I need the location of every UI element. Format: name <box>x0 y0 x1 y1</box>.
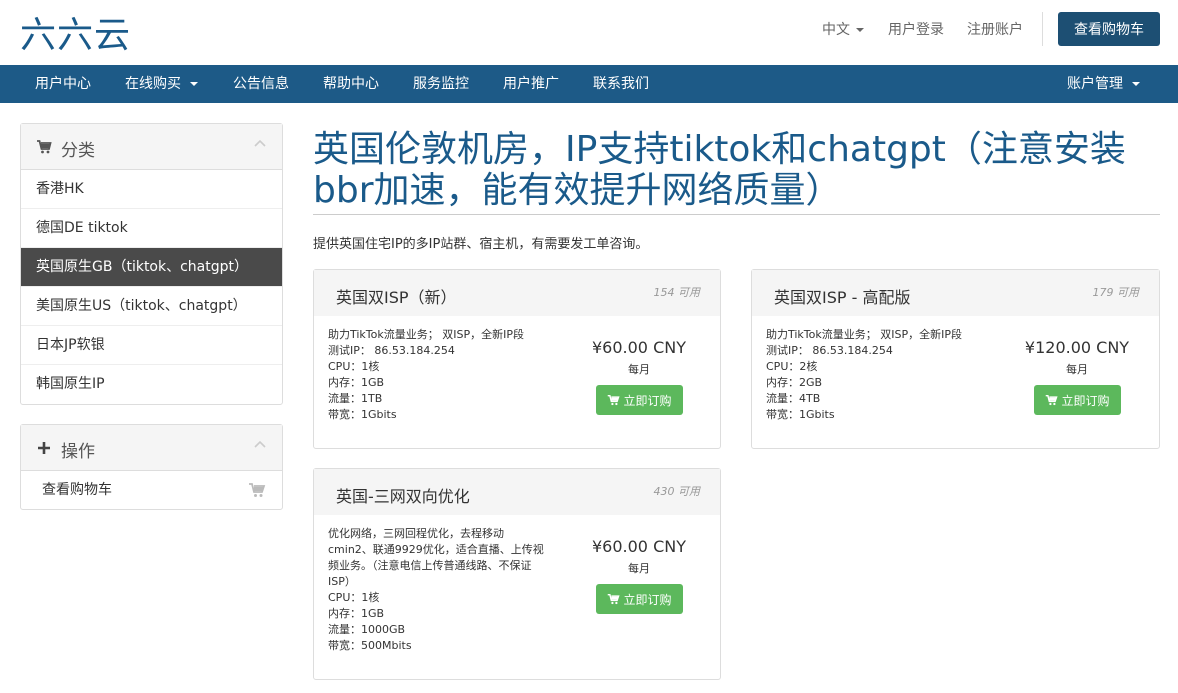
view-cart-action-label: 查看购物车 <box>42 482 112 498</box>
product-header: 英国双ISP - 高配版 179 可用 <box>752 270 1159 316</box>
site-header: 六六云 中文 用户登录 注册账户 查看购物车 <box>0 0 1178 65</box>
category-de[interactable]: 德国DE tiktok <box>21 209 282 248</box>
nav-account-label: 账户管理 <box>1067 76 1123 92</box>
order-now-label: 立即订购 <box>623 592 672 607</box>
product-availability: 430 可用 <box>653 485 701 498</box>
desc-line: 带宽：500Mbits <box>328 639 412 652</box>
language-label: 中文 <box>822 22 850 38</box>
shopping-cart-icon <box>1046 394 1059 406</box>
desc-line: 流量：4TB <box>766 392 821 405</box>
product-price: ¥60.00 CNY <box>592 537 686 556</box>
desc-line: 内存：2GB <box>766 376 823 389</box>
product-price: ¥120.00 CNY <box>1024 338 1130 357</box>
nav-announcements[interactable]: 公告信息 <box>233 65 289 103</box>
nav-service-monitor[interactable]: 服务监控 <box>413 65 469 103</box>
site-logo[interactable]: 六六云 <box>20 6 131 58</box>
desc-line: 流量：1TB <box>328 392 383 405</box>
desc-line: ISP） <box>328 575 356 588</box>
desc-line: CPU：1核 <box>328 591 380 604</box>
view-cart-button[interactable]: 查看购物车 <box>1058 12 1160 46</box>
chevron-up-icon[interactable] <box>254 439 266 451</box>
desc-line: 带宽：1Gbits <box>328 408 397 421</box>
billing-cycle: 每月 <box>1066 363 1088 376</box>
desc-line: 带宽：1Gbits <box>766 408 835 421</box>
product-header: 英国-三网双向优化 430 可用 <box>314 469 720 515</box>
category-jp[interactable]: 日本JP软银 <box>21 326 282 365</box>
product-name: 英国双ISP - 高配版 <box>774 288 911 307</box>
desc-line: 内存：1GB <box>328 376 385 389</box>
order-now-label: 立即订购 <box>1061 393 1110 408</box>
product-name: 英国-三网双向优化 <box>336 487 470 506</box>
product-name: 英国双ISP（新） <box>336 288 457 307</box>
product-availability: 179 可用 <box>1092 286 1140 299</box>
billing-cycle: 每月 <box>628 363 650 376</box>
page-subtitle: 提供英国住宅IP的多IP站群、宿主机，有需要发工单咨询。 <box>313 237 649 252</box>
view-cart-action[interactable]: 查看购物车 <box>21 471 282 509</box>
nav-account-menu[interactable]: 账户管理 <box>1067 65 1140 103</box>
order-now-button[interactable]: 立即订购 <box>596 584 683 614</box>
desc-line: 优化网络，三网回程优化，去程移动 <box>328 527 504 540</box>
product-card: 英国双ISP - 高配版 179 可用 助力TikTok流量业务； 双ISP，全… <box>751 269 1160 449</box>
actions-title: 操作 <box>61 442 95 462</box>
product-description: 助力TikTok流量业务； 双ISP，全新IP段 测试IP： 86.53.184… <box>328 327 548 423</box>
page-title: 英国伦敦机房，IP支持tiktok和chatgpt（注意安装bbr加速，能有效提… <box>313 129 1126 211</box>
nav-contact[interactable]: 联系我们 <box>593 65 649 103</box>
desc-line: cmin2、联通9929优化，适合直播、上传视 <box>328 543 544 556</box>
plus-icon <box>38 442 50 454</box>
product-description: 助力TikTok流量业务； 双ISP，全新IP段 测试IP： 86.53.184… <box>766 327 986 423</box>
chevron-up-icon[interactable] <box>254 138 266 150</box>
product-header: 英国双ISP（新） 154 可用 <box>314 270 720 316</box>
nav-online-buy[interactable]: 在线购买 <box>125 65 198 103</box>
desc-line: 流量：1000GB <box>328 623 406 636</box>
billing-cycle: 每月 <box>628 562 650 575</box>
header-divider <box>1042 12 1043 46</box>
category-kr[interactable]: 韩国原生IP <box>21 365 282 404</box>
nav-online-buy-label: 在线购买 <box>125 76 181 92</box>
caret-down-icon <box>190 82 198 86</box>
categories-panel-header[interactable]: 分类 <box>21 124 282 170</box>
nav-user-center[interactable]: 用户中心 <box>35 65 91 103</box>
desc-line: CPU：2核 <box>766 360 818 373</box>
category-us[interactable]: 美国原生US（tiktok、chatgpt） <box>21 287 282 326</box>
register-link[interactable]: 注册账户 <box>967 19 1023 39</box>
product-availability: 154 可用 <box>653 286 701 299</box>
shopping-cart-icon <box>608 593 621 605</box>
caret-down-icon <box>856 28 864 32</box>
order-now-button[interactable]: 立即订购 <box>596 385 683 415</box>
product-card: 英国双ISP（新） 154 可用 助力TikTok流量业务； 双ISP，全新IP… <box>313 269 721 449</box>
product-description: 优化网络，三网回程优化，去程移动 cmin2、联通9929优化，适合直播、上传视… <box>328 526 548 654</box>
order-now-label: 立即订购 <box>623 393 672 408</box>
desc-line: 助力TikTok流量业务； 双ISP，全新IP段 <box>328 328 524 341</box>
actions-panel-header[interactable]: 操作 <box>21 425 282 471</box>
desc-line: 助力TikTok流量业务； 双ISP，全新IP段 <box>766 328 962 341</box>
language-selector[interactable]: 中文 <box>822 19 864 39</box>
category-gb[interactable]: 英国原生GB（tiktok、chatgpt） <box>21 248 282 287</box>
desc-line: 测试IP： 86.53.184.254 <box>328 344 455 357</box>
shopping-cart-icon <box>37 140 52 154</box>
nav-affiliate[interactable]: 用户推广 <box>503 65 559 103</box>
shopping-cart-icon <box>608 394 621 406</box>
product-card: 英国-三网双向优化 430 可用 优化网络，三网回程优化，去程移动 cmin2、… <box>313 468 721 680</box>
categories-panel: 分类 香港HK 德国DE tiktok 英国原生GB（tiktok、chatgp… <box>20 123 283 405</box>
caret-down-icon <box>1132 82 1140 86</box>
desc-line: 测试IP： 86.53.184.254 <box>766 344 893 357</box>
login-link[interactable]: 用户登录 <box>888 19 944 39</box>
product-price: ¥60.00 CNY <box>592 338 686 357</box>
desc-line: 内存：1GB <box>328 607 385 620</box>
order-now-button[interactable]: 立即订购 <box>1034 385 1121 415</box>
desc-line: 频业务。（注意电信上传普通线路、不保证 <box>328 559 532 572</box>
actions-panel: 操作 查看购物车 <box>20 424 283 510</box>
desc-line: CPU：1核 <box>328 360 380 373</box>
category-hk[interactable]: 香港HK <box>21 170 282 209</box>
nav-help-center[interactable]: 帮助中心 <box>323 65 379 103</box>
title-divider <box>313 214 1160 215</box>
shopping-cart-icon <box>249 483 266 497</box>
categories-title: 分类 <box>61 141 95 161</box>
main-nav: 用户中心 在线购买 公告信息 帮助中心 服务监控 用户推广 联系我们 账户管理 <box>0 65 1178 103</box>
